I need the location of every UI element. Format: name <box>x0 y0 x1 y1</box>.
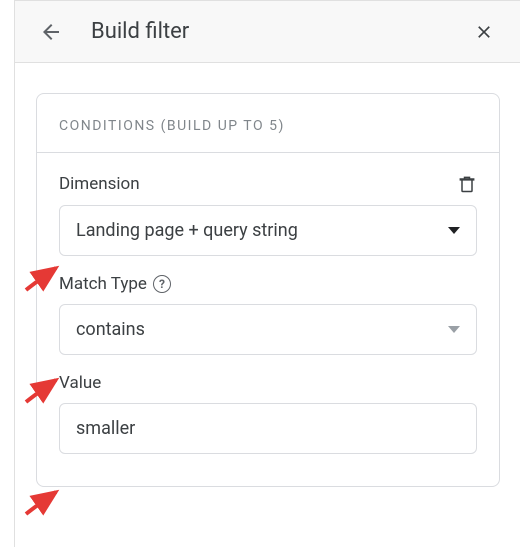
annotation-arrow-icon <box>22 486 62 516</box>
conditions-card: CONDITIONS (BUILD UP TO 5) Dimension Lan… <box>36 93 500 487</box>
dimension-selected-value: Landing page + query string <box>76 220 298 241</box>
conditions-header-text: CONDITIONS (BUILD UP TO 5) <box>59 118 479 134</box>
delete-condition-icon[interactable] <box>457 173 477 195</box>
chevron-down-icon <box>448 326 460 334</box>
dialog-title: Build filter <box>91 19 472 44</box>
value-field: Value <box>59 373 477 454</box>
dimension-label: Dimension <box>59 174 140 194</box>
help-icon[interactable]: ? <box>153 275 171 293</box>
value-label: Value <box>59 373 101 393</box>
chevron-down-icon <box>448 227 460 235</box>
match-type-label-text: Match Type <box>59 274 147 294</box>
value-input[interactable] <box>59 403 477 454</box>
match-type-field: Match Type ? contains <box>59 274 477 355</box>
dimension-dropdown[interactable]: Landing page + query string <box>59 205 477 256</box>
match-type-selected-value: contains <box>76 319 145 340</box>
condition-body: Dimension Landing page + query string Ma… <box>37 153 499 486</box>
dialog-header: Build filter <box>15 0 520 63</box>
match-type-label: Match Type ? <box>59 274 171 294</box>
back-arrow-icon[interactable] <box>39 20 63 44</box>
match-type-dropdown[interactable]: contains <box>59 304 477 355</box>
close-icon[interactable] <box>472 20 496 44</box>
outer-border <box>14 0 15 547</box>
dimension-field: Dimension Landing page + query string <box>59 173 477 256</box>
conditions-card-header: CONDITIONS (BUILD UP TO 5) <box>37 94 499 153</box>
